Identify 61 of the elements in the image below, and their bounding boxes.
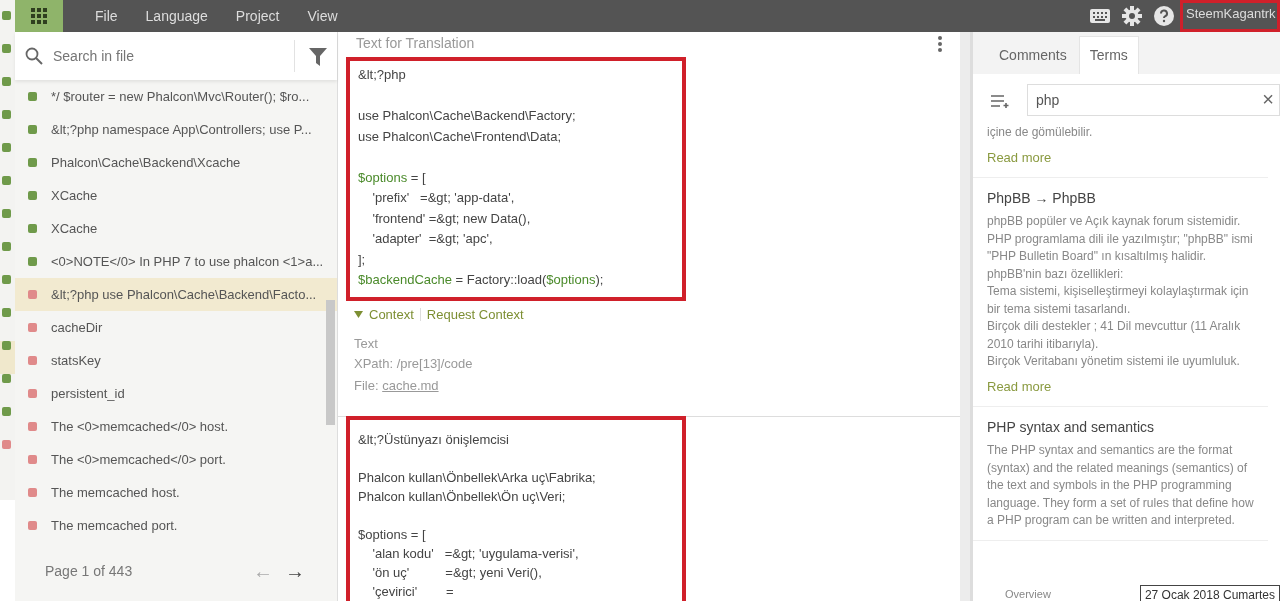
string-text: <0>NOTE</0> In PHP 7 to use phalcon <1>a... <box>51 252 324 271</box>
context-type: Text <box>354 335 379 353</box>
term-description: phpBB popüler ve Açık kaynak forum sistemidir. PHP programlama dili ile yazılmıştır; "phpBB" ismi "PHP Bulletin Board" ın kısaltılmış halidir. phpBB'nin bazı özellikleri: Tema sistemi, kişiselleştirmeyi kolaylaştırmak için bir tema sistemi tasarlandı. Birçok dili destekler ; 41 Dil mevcuttur (11 Aralık 2010 tarihi itibarıyla). Birçok Veritabanı yönetim sistemi ile uyumluluk. <box>987 213 1254 370</box>
string-text: The memcached host. <box>51 483 180 502</box>
next-page-button[interactable]: → <box>279 556 311 586</box>
menu-item[interactable]: Language <box>131 5 222 27</box>
string-list-item[interactable]: XCache <box>15 212 337 245</box>
string-text: statsKey <box>51 351 101 370</box>
string-list-item[interactable]: &lt;?php namespace App\Controllers; use P... <box>15 113 337 146</box>
string-list-item[interactable]: */ $router = new Phalcon\Mvc\Router(); $ro... <box>15 80 337 113</box>
string-text: The <0>memcached</0> host. <box>51 417 229 436</box>
string-text: cacheDir <box>51 318 103 337</box>
string-text: &lt;?php namespace App\Controllers; use P... <box>51 120 312 139</box>
search-icon <box>25 47 43 65</box>
string-list-item[interactable]: cacheDir <box>15 311 337 344</box>
page-indicator: Page 1 of 443 <box>45 561 134 581</box>
string-list-item[interactable]: The memcached host. <box>15 476 337 509</box>
term-description: The PHP syntax and semantics are the format (syntax) and the related meanings (semantics) of the text and symbols in the PHP programming language. They form a set of rules that define how a PHP program can be written and interpreted. <box>987 442 1254 529</box>
string-text: The <0>memcached</0> port. <box>51 450 226 469</box>
clear-button[interactable]: × <box>1256 89 1280 109</box>
string-list-item[interactable]: Phalcon\Cache\Backend\Xcache <box>15 146 337 179</box>
translation-field[interactable]: &lt;?Üstünyazı önişlemcisi Phalcon kullan\Önbellek\Arka uç\Fabrika; Phalcon kullan\Önbellek\Ön uç\Veri; $options = [ 'alan kodu' =&gt; 'uygulama-verisi', 'ön uç' =&gt; yeni Veri(), 'çevirici' = <box>346 416 686 601</box>
string-list-item[interactable]: <0>NOTE</0> In PHP 7 to use phalcon <1>a... <box>15 245 337 278</box>
term-title: PhpBB → PhpBB <box>987 189 1097 208</box>
panel-tab[interactable]: Terms <box>1078 36 1139 74</box>
panel-tab[interactable]: Comments <box>989 37 1077 74</box>
string-text: &lt;?php use Phalcon\Cache\Backend\Facto... <box>51 285 317 304</box>
menu-item[interactable]: File <box>81 5 132 27</box>
filter-icon[interactable] <box>309 46 327 66</box>
apps-grid-button[interactable] <box>15 0 63 32</box>
search-bar[interactable]: Search in file <box>15 32 337 80</box>
more-options-icon[interactable] <box>938 33 942 54</box>
term-title: PHP syntax and semantics <box>987 418 1156 437</box>
string-list-item[interactable]: persistent_id <box>15 377 337 410</box>
date-tooltip: 27 Ocak 2018 Cumartes <box>1139 585 1280 601</box>
menu-item[interactable]: View <box>293 5 352 27</box>
string-text: Phalcon\Cache\Backend\Xcache <box>51 153 241 172</box>
grid-icon <box>31 8 47 24</box>
overview-tab[interactable]: Overview <box>1005 589 1051 600</box>
string-text: XCache <box>51 219 98 238</box>
context-link[interactable]: Context <box>369 304 414 324</box>
string-list-item[interactable]: The memcached port. <box>15 509 337 541</box>
caret-icon[interactable] <box>354 310 363 318</box>
string-list-item[interactable]: statsKey <box>15 344 337 377</box>
term-description: içine de gömülebilir. <box>987 124 1094 141</box>
user-name[interactable]: SteemKagantrk <box>1180 0 1280 32</box>
panel-title: Text for Translation <box>356 34 475 53</box>
menu-item[interactable]: Project <box>221 5 294 27</box>
string-text: The memcached port. <box>51 516 178 535</box>
string-list-item[interactable]: The <0>memcached</0> host. <box>15 410 337 443</box>
string-list-item[interactable]: &lt;?php use Phalcon\Cache\Backend\Facto... <box>15 278 337 311</box>
string-text: */ $router = new Phalcon\Mvc\Router(); $ro... <box>51 87 310 106</box>
scrollbar-thumb[interactable] <box>326 300 335 425</box>
xpath-text: XPath: /pre[13]/code <box>354 355 474 373</box>
string-text: persistent_id <box>51 384 125 403</box>
string-text: XCache <box>51 186 98 205</box>
context-link[interactable]: Request Context <box>426 304 524 324</box>
string-list-item[interactable]: The <0>memcached</0> port. <box>15 443 337 476</box>
string-list-item[interactable]: XCache <box>15 179 337 212</box>
source-code-text: &lt;?php use Phalcon\Cache\Backend\Factory; use Phalcon\Cache\Frontend\Data; $options = [ 'prefix' =&gt; 'app-data', 'frontend' =&gt; new Data(), 'adapter' =&gt; 'apc', ]; $backendCache = Factory::load($options); <box>346 57 686 301</box>
file-label: File: <box>354 378 379 393</box>
